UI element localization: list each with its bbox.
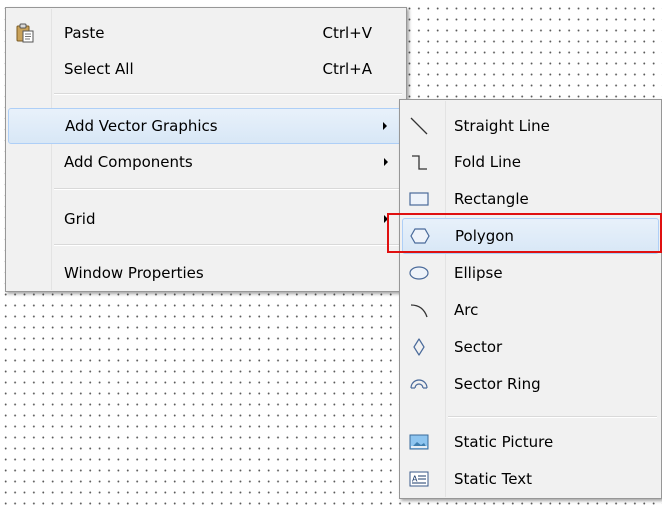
shortcut-text: Ctrl+V <box>322 24 372 42</box>
menu-separator <box>54 188 402 190</box>
menu-item-select-all[interactable]: Select All Ctrl+A <box>8 51 404 87</box>
menu-item-add-components[interactable]: Add Components <box>8 144 404 180</box>
sector-ring-icon <box>410 379 428 389</box>
sector-icon <box>413 338 425 356</box>
paste-icon <box>16 23 34 43</box>
menu-item-label: Window Properties <box>64 264 204 282</box>
submenu-arrow-icon <box>384 215 388 223</box>
static-picture-icon <box>409 434 429 450</box>
menu-separator <box>54 244 402 246</box>
menu-item-add-vector-graphics[interactable]: Add Vector Graphics <box>8 108 404 144</box>
submenu-arrow-icon <box>384 158 388 166</box>
menu-item-label: Grid <box>64 210 96 228</box>
menu-item-label: Sector Ring <box>454 375 541 393</box>
submenu-item-polygon[interactable]: Polygon <box>402 218 659 254</box>
menu-item-label: Static Picture <box>454 433 554 451</box>
menu-item-label: Rectangle <box>454 190 529 208</box>
submenu-item-static-picture[interactable]: Static Picture <box>402 424 659 460</box>
svg-text:A: A <box>412 475 418 484</box>
menu-item-label: Static Text <box>454 470 532 488</box>
submenu-item-ellipse[interactable]: Ellipse <box>402 255 659 291</box>
menu-separator <box>448 416 657 418</box>
static-text-icon: A <box>409 471 429 487</box>
fold-line-icon <box>412 155 427 170</box>
ellipse-icon <box>409 266 429 280</box>
submenu-item-straight-line[interactable]: Straight Line <box>402 108 659 144</box>
submenu-item-arc[interactable]: Arc <box>402 292 659 328</box>
submenu-item-rectangle[interactable]: Rectangle <box>402 181 659 217</box>
menu-item-label: Select All <box>64 60 134 78</box>
menu-item-window-properties[interactable]: Window Properties <box>8 255 404 291</box>
context-menu: Paste Ctrl+V Select All Ctrl+A Add Vecto… <box>5 7 407 292</box>
menu-item-paste[interactable]: Paste Ctrl+V <box>8 15 404 51</box>
menu-item-label: Polygon <box>455 227 514 245</box>
submenu-arrow-icon <box>383 122 387 130</box>
menu-item-label: Add Vector Graphics <box>65 117 218 135</box>
straight-line-icon <box>410 117 428 135</box>
menu-item-label: Fold Line <box>454 153 521 171</box>
polygon-icon <box>410 228 430 244</box>
submenu-item-sector[interactable]: Sector <box>402 329 659 365</box>
shortcut-text: Ctrl+A <box>322 60 372 78</box>
menu-item-label: Straight Line <box>454 117 550 135</box>
menu-item-label: Sector <box>454 338 503 356</box>
submenu-item-static-text[interactable]: A Static Text <box>402 461 659 497</box>
menu-item-label: Add Components <box>64 153 193 171</box>
rectangle-icon <box>409 192 429 206</box>
menu-item-label: Ellipse <box>454 264 503 282</box>
submenu-item-sector-ring[interactable]: Sector Ring <box>402 366 659 402</box>
menu-item-label: Paste <box>64 24 105 42</box>
menu-item-label: Arc <box>454 301 479 319</box>
vector-graphics-submenu: Straight Line Fold Line Rectangle Polygo… <box>399 99 662 499</box>
submenu-item-fold-line[interactable]: Fold Line <box>402 144 659 180</box>
arc-icon <box>410 304 428 318</box>
menu-separator <box>54 93 402 95</box>
menu-item-grid[interactable]: Grid <box>8 201 404 237</box>
